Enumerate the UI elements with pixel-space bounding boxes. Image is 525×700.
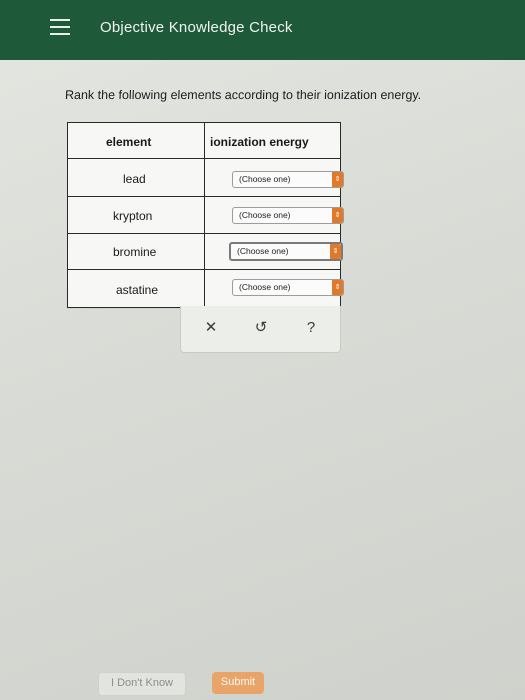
ionization-select-lead[interactable]: (Choose one) ⇕ xyxy=(232,171,344,188)
row-divider xyxy=(68,233,340,234)
submit-button[interactable]: Submit xyxy=(212,672,264,694)
up-down-arrows-icon: ⇕ xyxy=(330,244,341,259)
select-value: (Choose one) xyxy=(239,282,291,292)
up-down-arrows-icon: ⇕ xyxy=(332,280,343,295)
up-down-arrows-icon: ⇕ xyxy=(332,208,343,223)
select-value: (Choose one) xyxy=(239,210,291,220)
ranking-table: element ionization energy lead (Choose o… xyxy=(67,122,344,308)
row-divider xyxy=(68,158,340,159)
hamburger-menu-icon[interactable] xyxy=(50,19,70,35)
select-value: (Choose one) xyxy=(239,174,291,184)
ionization-select-bromine[interactable]: (Choose one) ⇕ xyxy=(229,242,343,261)
undo-icon[interactable]: ↺ xyxy=(251,318,271,338)
ionization-select-astatine[interactable]: (Choose one) ⇕ xyxy=(232,279,344,296)
dont-know-button[interactable]: I Don't Know xyxy=(98,672,186,696)
column-header-ionization-energy: ionization energy xyxy=(210,135,309,149)
element-bromine: bromine xyxy=(113,245,157,259)
element-krypton: krypton xyxy=(113,209,153,223)
page-title: Objective Knowledge Check xyxy=(100,19,293,36)
row-divider xyxy=(68,196,340,197)
column-divider xyxy=(204,123,205,307)
clear-x-icon[interactable]: ✕ xyxy=(201,318,221,338)
help-icon[interactable]: ? xyxy=(301,318,321,338)
select-value: (Choose one) xyxy=(237,246,289,256)
submit-label: Submit xyxy=(220,676,256,688)
top-bar: Objective Knowledge Check xyxy=(0,0,525,60)
ionization-select-krypton[interactable]: (Choose one) ⇕ xyxy=(232,207,344,224)
question-prompt: Rank the following elements according to… xyxy=(64,88,422,102)
up-down-arrows-icon: ⇕ xyxy=(332,172,343,187)
element-astatine: astatine xyxy=(116,283,159,297)
answer-actions: ✕ ↺ ? xyxy=(180,306,341,353)
dont-know-label: I Don't Know xyxy=(110,677,174,689)
row-divider xyxy=(68,269,340,270)
column-header-element: element xyxy=(106,135,152,149)
element-lead: lead xyxy=(123,172,146,186)
